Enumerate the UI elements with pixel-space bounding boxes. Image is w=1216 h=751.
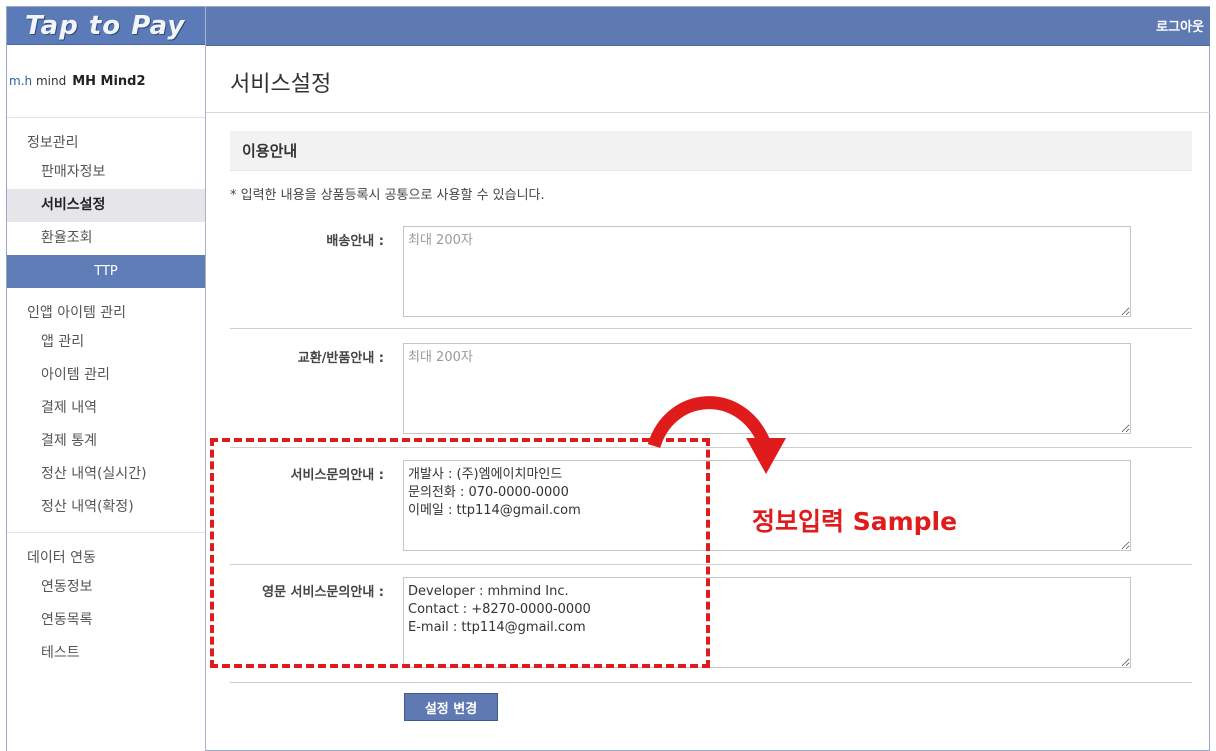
field-row-shipping: 배송안내 : xyxy=(230,214,1192,329)
curved-arrow-icon xyxy=(647,396,786,474)
sidebar-item-ttp[interactable]: TTP xyxy=(7,255,205,288)
logo-area[interactable]: Tap to Pay xyxy=(7,7,205,45)
usage-note: * 입력한 내용을 상품등록시 공통으로 사용할 수 있습니다. xyxy=(230,188,545,203)
sidebar-item-settlement-realtime[interactable]: 정산 내역(실시간) xyxy=(7,458,205,491)
sidebar-item-link-list[interactable]: 연동목록 xyxy=(7,604,205,637)
sidebar: Tap to Pay m.h mind MH Mind2 정보관리 판매자정보 … xyxy=(7,7,206,751)
page-title: 서비스설정 xyxy=(230,72,332,97)
sidebar-item-service-settings[interactable]: 서비스설정 xyxy=(7,189,205,222)
sidebar-menu: 정보관리 판매자정보 서비스설정 환율조회 TTP 인앱 아이템 관리 앱 관리… xyxy=(7,118,205,670)
sidebar-section-inapp: 인앱 아이템 관리 xyxy=(27,305,127,321)
top-bar: 로그아웃 xyxy=(206,7,1210,46)
title-divider xyxy=(206,112,1210,113)
company-info: m.h mind MH Mind2 xyxy=(7,45,205,118)
sidebar-item-settlement-confirmed[interactable]: 정산 내역(확정) xyxy=(7,491,205,524)
field-label: 교환/반품안내 : xyxy=(297,351,384,366)
section-title: 이용안내 xyxy=(230,131,1192,171)
sidebar-item-app-manage[interactable]: 앱 관리 xyxy=(7,326,205,359)
sidebar-item-payment-history[interactable]: 결제 내역 xyxy=(7,392,205,425)
field-label: 서비스문의안내 : xyxy=(290,468,384,483)
service-inquiry-en-textarea[interactable]: Developer : mhmind Inc. Contact : +8270-… xyxy=(403,577,1131,668)
sidebar-item-payment-stats[interactable]: 결제 통계 xyxy=(7,425,205,458)
app-logo: Tap to Pay xyxy=(25,10,186,41)
field-row-service-inquiry-en: 영문 서비스문의안내 : Developer : mhmind Inc. Con… xyxy=(230,565,1192,683)
logout-link[interactable]: 로그아웃 xyxy=(1156,16,1204,35)
sidebar-item-exchange-rate[interactable]: 환율조회 xyxy=(7,222,205,255)
sidebar-item-seller-info[interactable]: 판매자정보 xyxy=(7,156,205,189)
shipping-info-textarea[interactable] xyxy=(403,226,1131,317)
sidebar-section-data-link: 데이터 연동 xyxy=(27,550,96,566)
sidebar-section-info: 정보관리 xyxy=(27,135,79,151)
annotation-sample-text: 정보입력 Sample xyxy=(752,507,958,536)
field-label: 영문 서비스문의안내 : xyxy=(262,585,384,600)
company-logo: m.h mind xyxy=(9,74,67,88)
save-settings-button[interactable]: 설정 변경 xyxy=(404,693,498,721)
sidebar-item-test[interactable]: 테스트 xyxy=(7,637,205,670)
sidebar-item-link-info[interactable]: 연동정보 xyxy=(7,571,205,604)
company-name: MH Mind2 xyxy=(72,73,146,89)
field-label: 배송안내 : xyxy=(326,234,384,249)
sidebar-item-item-manage[interactable]: 아이템 관리 xyxy=(7,359,205,392)
